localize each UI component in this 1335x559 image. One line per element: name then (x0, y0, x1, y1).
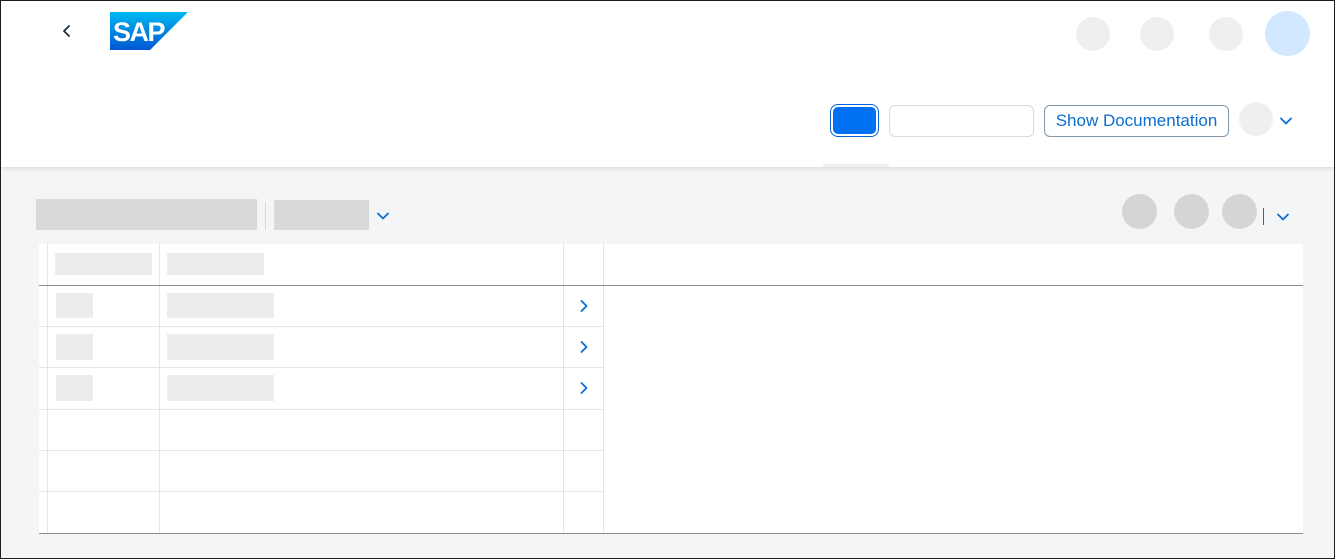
tab-indicator (823, 164, 889, 167)
row-divider (39, 409, 604, 410)
chevron-down-icon (1280, 117, 1292, 125)
row-navigate-button[interactable] (572, 294, 596, 318)
row-navigate-button[interactable] (572, 376, 596, 400)
sap-logo[interactable]: SAP (110, 12, 188, 50)
row-navigate-button[interactable] (572, 335, 596, 359)
toolbar-divider (265, 202, 266, 230)
chevron-right-icon (580, 341, 588, 353)
toolbar-separator (1263, 208, 1264, 225)
chevron-right-icon (580, 300, 588, 312)
row-divider (39, 491, 604, 492)
row-cell-id (56, 334, 93, 360)
avatar[interactable] (1265, 11, 1310, 56)
row-cell-id (56, 293, 93, 318)
header-action-3[interactable] (1209, 17, 1243, 51)
row-cell-name (167, 334, 274, 360)
toolbar-overflow-dropdown[interactable] (1274, 208, 1292, 226)
table-header-divider (39, 285, 1303, 286)
row-cell-id (56, 375, 93, 401)
chevron-down-icon (1277, 213, 1289, 221)
row-divider (39, 326, 604, 327)
header-input[interactable] (889, 105, 1034, 137)
variant-selector-placeholder[interactable] (274, 200, 369, 230)
row-cell-name (167, 375, 274, 401)
header-menu-dropdown[interactable] (1277, 112, 1295, 130)
primary-action-button[interactable] (830, 104, 879, 137)
back-button[interactable] (51, 15, 83, 47)
variant-dropdown[interactable] (374, 207, 392, 225)
logo-text: SAP (113, 17, 166, 47)
chevron-right-icon (580, 382, 588, 394)
toolbar-action-2[interactable] (1174, 194, 1209, 229)
column-header-1[interactable] (55, 253, 152, 275)
app-window: SAP Show Documentation (0, 0, 1335, 559)
column-header-2[interactable] (167, 253, 264, 275)
header-action-2[interactable] (1140, 17, 1174, 51)
table-bottom-border (39, 533, 1303, 534)
toolbar-action-3[interactable] (1222, 194, 1257, 229)
chevron-left-icon (63, 25, 70, 37)
row-cell-name (167, 293, 274, 318)
header-menu-button[interactable] (1239, 102, 1273, 136)
header-action-1[interactable] (1076, 17, 1110, 51)
toolbar-action-1[interactable] (1122, 194, 1157, 229)
row-divider (39, 367, 604, 368)
show-documentation-button[interactable]: Show Documentation (1044, 105, 1229, 137)
shell-header: SAP Show Documentation (1, 1, 1334, 167)
row-divider (39, 450, 604, 451)
page-title-placeholder (36, 199, 257, 230)
chevron-down-icon (377, 212, 389, 220)
